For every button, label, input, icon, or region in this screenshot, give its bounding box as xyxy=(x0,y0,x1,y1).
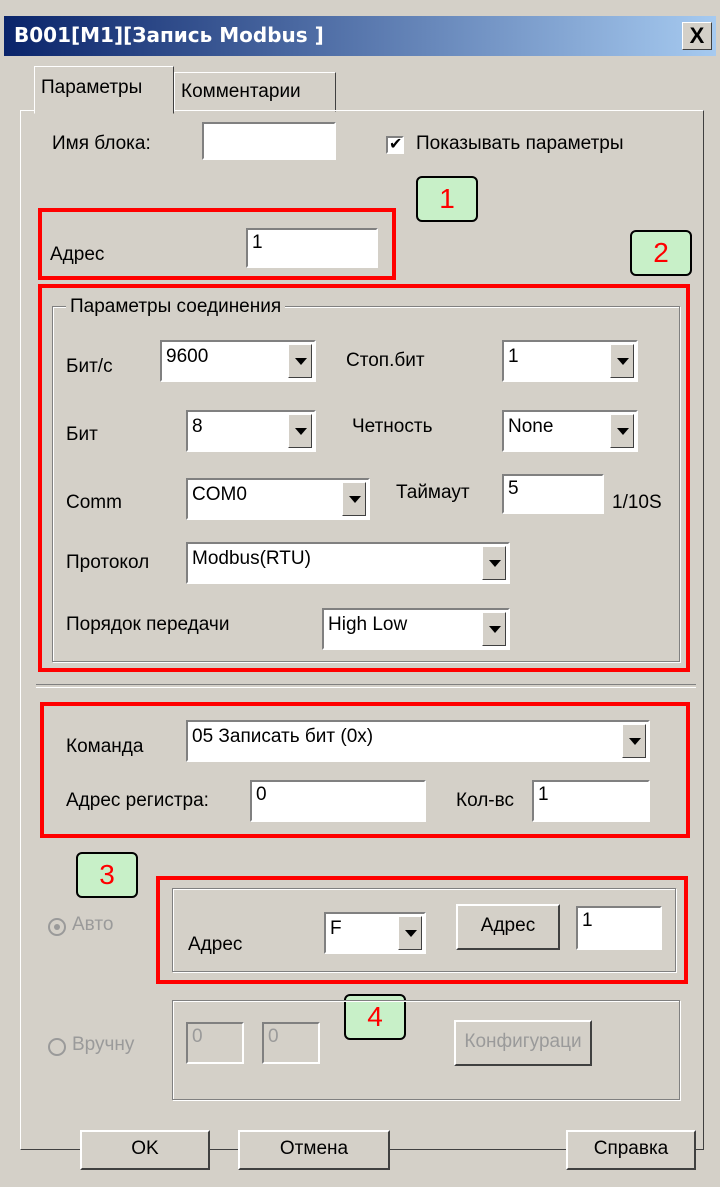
address-input[interactable]: 1 xyxy=(246,228,378,268)
address-label: Адрес xyxy=(50,244,105,265)
configuration-button[interactable]: Конфигураци xyxy=(454,1020,592,1066)
data-bits-value: 8 xyxy=(192,416,203,437)
stop-bits-label: Стоп.бит xyxy=(346,350,425,371)
dialog-window: B001[M1][Запись Modbus ] X Параметры Ком… xyxy=(0,0,720,1187)
comm-value: COM0 xyxy=(192,484,247,505)
block-name-label: Имя блока: xyxy=(52,133,151,154)
address-button[interactable]: Адрес xyxy=(456,904,560,950)
chevron-down-icon[interactable] xyxy=(622,724,646,758)
protocol-select[interactable]: Modbus(RTU) xyxy=(186,542,510,584)
chevron-down-icon[interactable] xyxy=(288,414,312,448)
data-bits-select[interactable]: 8 xyxy=(186,410,316,452)
chevron-down-icon[interactable] xyxy=(288,344,312,378)
ok-button[interactable]: OK xyxy=(80,1130,210,1170)
block-name-input[interactable] xyxy=(202,122,336,160)
chevron-down-icon[interactable] xyxy=(482,612,506,646)
manual-label: Вручну xyxy=(72,1034,135,1055)
baud-select[interactable]: 9600 xyxy=(160,340,316,382)
tab-parameters[interactable]: Параметры xyxy=(34,66,174,114)
parity-label: Четность xyxy=(352,416,433,437)
show-params-label: Показывать параметры xyxy=(416,133,624,154)
register-address-input[interactable]: 0 xyxy=(250,780,426,822)
address-type-value: F xyxy=(330,918,342,939)
baud-value: 9600 xyxy=(166,346,209,367)
auto-label: Авто xyxy=(72,914,114,935)
manual-groupbox xyxy=(172,1000,680,1100)
protocol-value: Modbus(RTU) xyxy=(192,548,311,569)
chevron-down-icon[interactable] xyxy=(342,482,366,516)
parity-select[interactable]: None xyxy=(502,410,638,452)
address-type-select[interactable]: F xyxy=(324,912,426,954)
command-select[interactable]: 05 Записать бит (0x) xyxy=(186,720,650,762)
byte-order-value: High Low xyxy=(328,614,408,635)
byte-order-label: Порядок передачи xyxy=(66,614,230,635)
register-address-label: Адрес регистра: xyxy=(66,790,209,811)
chevron-down-icon[interactable] xyxy=(482,546,506,580)
callout-3: 3 xyxy=(76,852,138,898)
tab-comments[interactable]: Комментарии xyxy=(174,72,336,112)
auto-radio[interactable] xyxy=(48,918,66,936)
command-value: 05 Записать бит (0x) xyxy=(192,726,374,747)
parity-value: None xyxy=(508,416,554,437)
timeout-input[interactable]: 5 xyxy=(502,474,604,514)
callout-1: 1 xyxy=(416,176,478,222)
connection-legend: Параметры соединения xyxy=(66,296,286,318)
title-bar: B001[M1][Запись Modbus ] X xyxy=(4,16,716,56)
auto-address-label: Адрес xyxy=(188,934,243,955)
baud-label: Бит/с xyxy=(66,356,113,377)
close-button[interactable]: X xyxy=(682,22,712,50)
data-bits-label: Бит xyxy=(66,424,98,445)
count-input[interactable]: 1 xyxy=(532,780,650,822)
help-button[interactable]: Справка xyxy=(566,1130,696,1170)
timeout-unit: 1/10S xyxy=(612,492,662,513)
callout-2: 2 xyxy=(630,230,692,276)
manual-value2-input[interactable]: 0 xyxy=(262,1022,320,1064)
command-label: Команда xyxy=(66,736,144,757)
chevron-down-icon[interactable] xyxy=(610,414,634,448)
cancel-button[interactable]: Отмена xyxy=(238,1130,390,1170)
section-divider xyxy=(36,684,696,688)
timeout-label: Таймаут xyxy=(396,482,470,503)
manual-radio[interactable] xyxy=(48,1038,66,1056)
show-params-checkbox[interactable] xyxy=(386,134,404,154)
protocol-label: Протокол xyxy=(66,552,150,573)
manual-value1-input[interactable]: 0 xyxy=(186,1022,244,1064)
byte-order-select[interactable]: High Low xyxy=(322,608,510,650)
comm-select[interactable]: COM0 xyxy=(186,478,370,520)
auto-address-input[interactable]: 1 xyxy=(576,906,662,950)
chevron-down-icon[interactable] xyxy=(398,916,422,950)
stop-bits-select[interactable]: 1 xyxy=(502,340,638,382)
window-title: B001[M1][Запись Modbus ] xyxy=(14,23,324,47)
comm-label: Comm xyxy=(66,492,122,513)
count-label: Кол-вс xyxy=(456,790,515,811)
chevron-down-icon[interactable] xyxy=(610,344,634,378)
stop-bits-value: 1 xyxy=(508,346,519,367)
